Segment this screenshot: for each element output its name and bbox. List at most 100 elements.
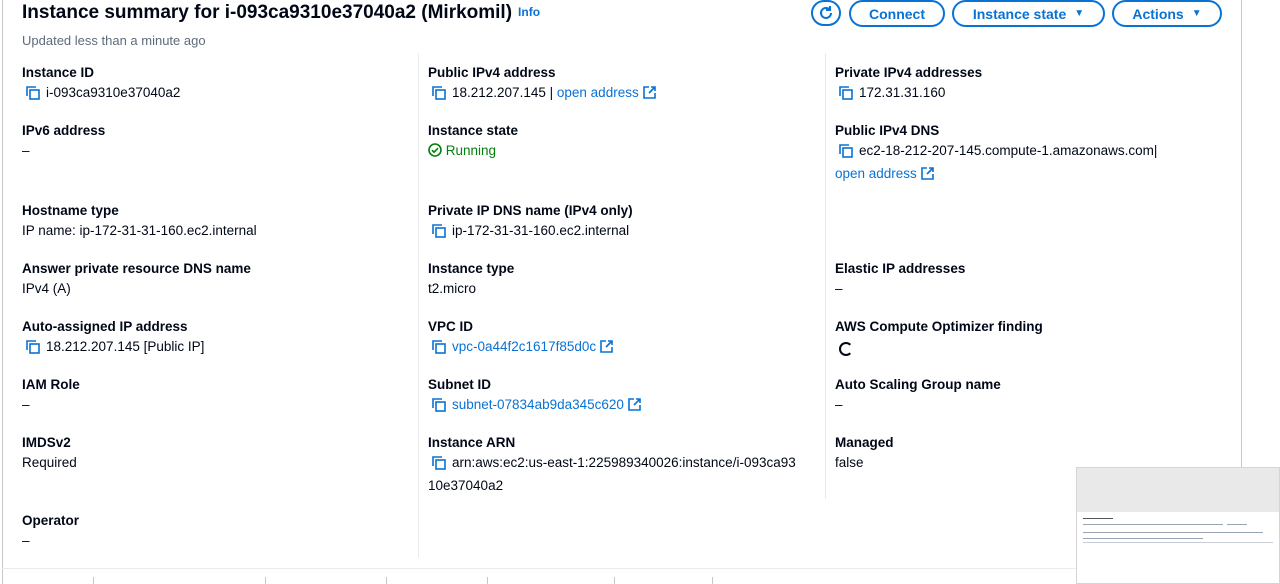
external-link-icon	[921, 166, 934, 186]
field-label: Public IPv4 address	[428, 65, 556, 80]
field-iam-role: IAM Role –	[22, 376, 412, 415]
field-label: Managed	[835, 435, 894, 450]
tabs-divider	[2, 568, 1240, 569]
tab-separator	[487, 577, 488, 584]
external-link-icon	[600, 339, 613, 359]
copy-icon[interactable]	[26, 340, 40, 360]
connect-button[interactable]: Connect	[849, 0, 945, 27]
field-label: Answer private resource DNS name	[22, 261, 251, 276]
status-success-icon	[428, 143, 442, 163]
field-elastic-ip: Elastic IP addresses –	[835, 260, 1225, 299]
elastic-ip-value: –	[835, 281, 843, 296]
caret-down-icon: ▼	[1074, 8, 1085, 19]
field-label: Instance ID	[22, 65, 95, 80]
caret-down-icon: ▼	[1191, 8, 1202, 19]
tab-separator	[93, 577, 94, 584]
field-label: IPv6 address	[22, 123, 106, 138]
field-label: Elastic IP addresses	[835, 261, 966, 276]
field-label: Auto Scaling Group name	[835, 377, 1001, 392]
page-title-text: Instance summary for i-093ca9310e37040a2…	[22, 2, 513, 23]
instance-state-button[interactable]: Instance state ▼	[952, 0, 1105, 27]
asg-value: –	[835, 397, 843, 412]
field-private-dns: Private IP DNS name (IPv4 only) ip-172-3…	[428, 202, 818, 244]
external-link-icon	[628, 397, 641, 417]
field-auto-ip: Auto-assigned IP address 18.212.207.145 …	[22, 318, 412, 360]
field-label: Instance state	[428, 123, 519, 138]
public-dns-value: ec2-18-212-207-145.compute-1.amazonaws.c…	[859, 143, 1154, 158]
column-divider	[418, 53, 419, 558]
copy-icon[interactable]	[839, 86, 853, 106]
field-label: IAM Role	[22, 377, 80, 392]
private-ipv4-value: 172.31.31.160	[859, 85, 946, 100]
field-operator: Operator –	[22, 512, 412, 551]
page-title: Instance summary for i-093ca9310e37040a2…	[22, 0, 540, 25]
imdsv2-value: Required	[22, 455, 77, 470]
subnet-id-link[interactable]: subnet-07834ab9da345c620	[452, 397, 624, 412]
field-label: VPC ID	[428, 319, 474, 334]
instance-state-value: Running	[445, 143, 497, 158]
instance-type-value: t2.micro	[428, 281, 477, 296]
field-public-dns: Public IPv4 DNS ec2-18-212-207-145.compu…	[835, 122, 1225, 186]
separator: |	[1153, 143, 1158, 158]
field-subnet-id: Subnet ID subnet-07834ab9da345c620	[428, 376, 818, 418]
copy-icon[interactable]	[432, 340, 446, 360]
field-ipv6: IPv6 address –	[22, 122, 412, 161]
field-label: Subnet ID	[428, 377, 491, 392]
field-label: Private IP DNS name (IPv4 only)	[428, 203, 633, 218]
external-link-icon	[642, 85, 656, 105]
copy-icon[interactable]	[432, 224, 446, 244]
answer-dns-value: IPv4 (A)	[22, 281, 71, 296]
field-private-ipv4: Private IPv4 addresses 172.31.31.160	[835, 64, 1225, 106]
field-imdsv2: IMDSv2 Required	[22, 434, 412, 473]
field-public-ipv4: Public IPv4 address 18.212.207.145 | ope…	[428, 64, 818, 106]
open-address-link[interactable]: open address	[835, 166, 917, 181]
field-hostname-type: Hostname type IP name: ip-172-31-31-160.…	[22, 202, 412, 241]
copy-icon[interactable]	[432, 86, 446, 106]
field-instance-state: Instance state Running	[428, 122, 818, 163]
auto-ip-value: 18.212.207.145 [Public IP]	[46, 339, 205, 354]
field-label: AWS Compute Optimizer finding	[835, 319, 1043, 334]
tab-separator	[386, 577, 387, 584]
field-label: IMDSv2	[22, 435, 71, 450]
field-instance-type: Instance type t2.micro	[428, 260, 818, 299]
field-asg: Auto Scaling Group name –	[835, 376, 1225, 415]
private-dns-value: ip-172-31-31-160.ec2.internal	[452, 223, 630, 238]
copy-icon[interactable]	[432, 398, 446, 418]
column-divider	[825, 53, 826, 499]
field-label: Hostname type	[22, 203, 119, 218]
field-vpc-id: VPC ID vpc-0a44f2c1617f85d0c	[428, 318, 818, 360]
field-label: Auto-assigned IP address	[22, 319, 188, 334]
instance-state-label: Instance state	[972, 5, 1067, 22]
connect-label: Connect	[869, 5, 925, 22]
updated-status: Updated less than a minute ago	[22, 33, 206, 48]
instance-arn-value-line2: 10e37040a2	[428, 478, 504, 493]
field-label: Private IPv4 addresses	[835, 65, 983, 80]
info-link[interactable]: Info	[518, 5, 540, 19]
tab-separator	[265, 577, 266, 584]
actions-button[interactable]: Actions ▼	[1112, 0, 1222, 27]
actions-label: Actions	[1132, 5, 1184, 22]
copy-icon[interactable]	[26, 86, 40, 106]
public-ipv4-value: 18.212.207.145	[452, 85, 546, 100]
field-label: Operator	[22, 513, 80, 528]
iam-role-value: –	[22, 397, 30, 412]
screenshot-thumbnail[interactable]	[1076, 467, 1280, 584]
field-label: Instance ARN	[428, 435, 516, 450]
instance-arn-value-line1: arn:aws:ec2:us-east-1:225989340026:insta…	[452, 455, 796, 470]
loading-spinner-icon	[839, 342, 853, 356]
thumbnail-preview	[1077, 512, 1279, 583]
vpc-id-link[interactable]: vpc-0a44f2c1617f85d0c	[452, 339, 596, 354]
tab-separator	[614, 577, 615, 584]
field-instance-arn: Instance ARN arn:aws:ec2:us-east-1:22598…	[428, 434, 818, 496]
copy-icon[interactable]	[432, 456, 446, 476]
refresh-button[interactable]	[811, 0, 841, 26]
copy-icon[interactable]	[839, 144, 853, 164]
instance-id-value: i-093ca9310e37040a2	[46, 85, 181, 100]
open-address-link[interactable]: open address	[557, 85, 639, 100]
hostname-type-value: IP name: ip-172-31-31-160.ec2.internal	[22, 223, 257, 238]
ipv6-value: –	[22, 143, 30, 158]
tab-separator	[712, 577, 713, 584]
refresh-icon	[820, 6, 832, 19]
field-instance-id: Instance ID i-093ca9310e37040a2	[22, 64, 412, 106]
operator-value: –	[22, 533, 30, 548]
